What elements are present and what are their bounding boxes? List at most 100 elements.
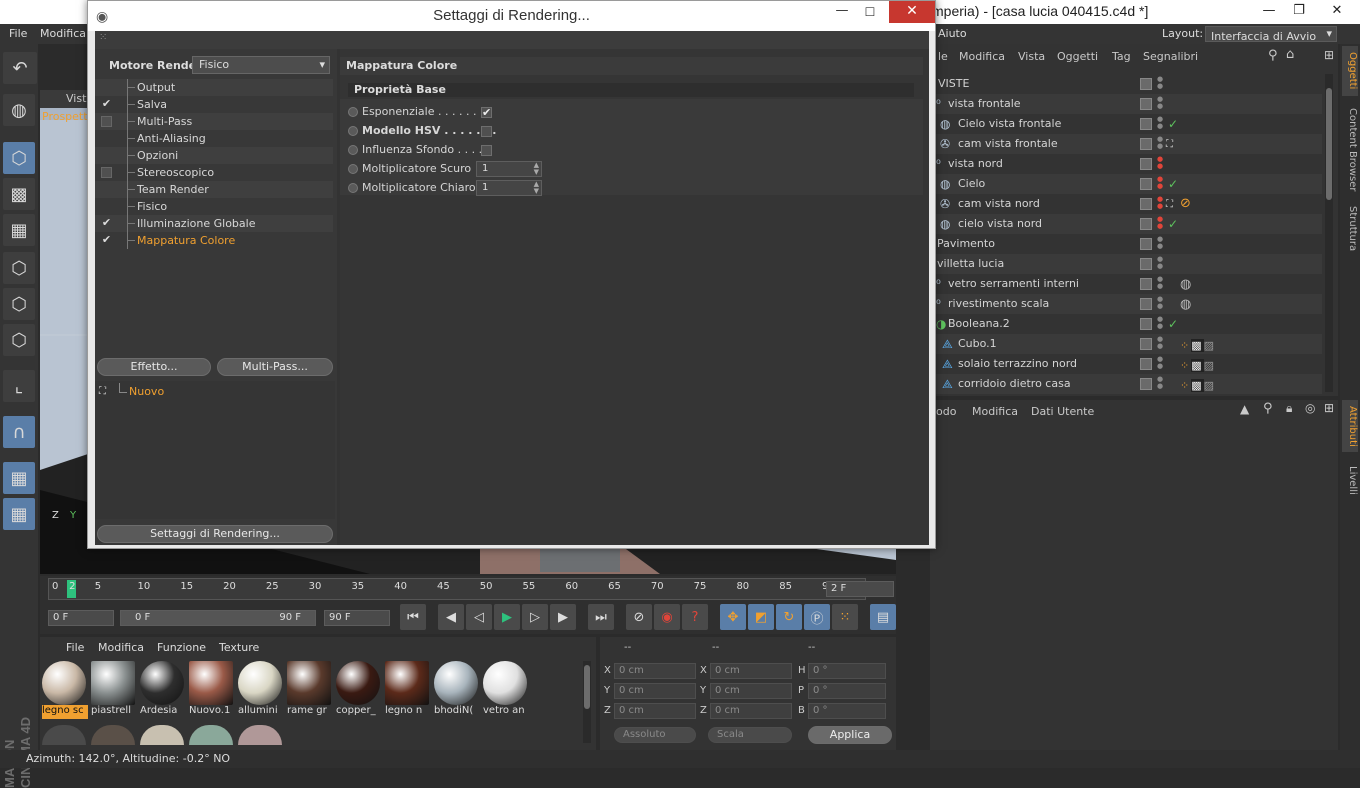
- model-tool-button[interactable]: ◍: [3, 94, 35, 126]
- list-item[interactable]: ⁰ vista nord ● ●: [930, 154, 1322, 174]
- coord-field[interactable]: 0 °: [808, 663, 886, 679]
- layer-dots[interactable]: ● ●: [1157, 336, 1163, 352]
- coord-field[interactable]: 0 °: [808, 703, 886, 719]
- material-swatch[interactable]: [91, 725, 135, 745]
- spinner-icon[interactable]: ▲ ▼: [534, 162, 539, 176]
- menu-aiuto[interactable]: Aiuto: [938, 27, 967, 40]
- menu-modifica[interactable]: Modifica: [40, 27, 86, 40]
- record-key-button[interactable]: ⊘: [626, 604, 652, 630]
- material-menu-texture[interactable]: Texture: [219, 641, 259, 654]
- material-menu-funzione[interactable]: Funzione: [157, 641, 206, 654]
- goto-start-button[interactable]: ⏮: [400, 604, 426, 630]
- lock-icon[interactable]: 🔒︎: [1286, 401, 1292, 416]
- material-label[interactable]: rame gr: [287, 705, 333, 719]
- coord-field[interactable]: 0 cm: [614, 663, 696, 679]
- list-item[interactable]: ◑ Booleana.2 ● ● ✓: [930, 314, 1322, 334]
- attributes-menu-dati-utente[interactable]: Dati Utente: [1031, 405, 1094, 418]
- list-item[interactable]: ◍ cielo vista nord ● ● ✓: [930, 214, 1322, 234]
- material-label[interactable]: copper_: [336, 705, 382, 719]
- material-swatch[interactable]: [42, 661, 86, 705]
- layer-dots[interactable]: ● ●: [1157, 176, 1163, 192]
- layer-dots[interactable]: ● ●: [1157, 376, 1163, 392]
- settings-item[interactable]: Anti-Aliasing: [95, 130, 333, 147]
- pla-key-button[interactable]: ⁙: [832, 604, 858, 630]
- material-label[interactable]: legno sc: [42, 705, 88, 719]
- layout-select[interactable]: Interfaccia di Avvio ▾: [1205, 26, 1337, 43]
- object-mode-button[interactable]: ⬡: [3, 142, 35, 174]
- enabled-check-icon[interactable]: ✓: [1168, 314, 1178, 334]
- settings-item[interactable]: ✔ Illuminazione Globale: [95, 215, 333, 232]
- attributes-menu-modo[interactable]: odo: [936, 405, 956, 418]
- polygons-mode-button[interactable]: ⬡: [3, 324, 35, 356]
- property-checkbox[interactable]: [481, 145, 492, 156]
- search-icon[interactable]: ⚲: [1268, 48, 1278, 63]
- apply-button[interactable]: Applica: [808, 726, 892, 744]
- visibility-checkbox[interactable]: [1140, 358, 1152, 370]
- settings-item[interactable]: Opzioni: [95, 147, 333, 164]
- material-label[interactable]: allumini: [238, 705, 284, 719]
- target-tag-icon[interactable]: ⛶: [1166, 135, 1173, 155]
- material-label[interactable]: Nuovo.1: [189, 705, 235, 719]
- coord-field[interactable]: 0 °: [808, 683, 886, 699]
- material-swatch[interactable]: [91, 661, 135, 705]
- visibility-checkbox[interactable]: [1140, 338, 1152, 350]
- settings-item[interactable]: ✔ Mappatura Colore: [95, 232, 333, 249]
- layer-dots[interactable]: ● ●: [1157, 236, 1163, 252]
- maximize-button[interactable]: ❐: [1284, 0, 1314, 24]
- layer-dots[interactable]: ● ●: [1157, 136, 1163, 152]
- material-swatch[interactable]: [336, 661, 380, 705]
- engine-select[interactable]: Fisico ▾: [192, 56, 330, 74]
- attributes-menu-modifica[interactable]: Modifica: [972, 405, 1018, 418]
- dialog-minimize-button[interactable]: —: [829, 1, 855, 23]
- frame-range-slider[interactable]: 0 F 90 F: [120, 610, 316, 626]
- animate-radio[interactable]: [348, 145, 358, 155]
- objects-menu-modifica[interactable]: Modifica: [959, 50, 1005, 63]
- visibility-checkbox[interactable]: [1140, 218, 1152, 230]
- viewport-camera-label[interactable]: Prospettiva: [42, 110, 90, 128]
- visibility-checkbox[interactable]: [1140, 118, 1152, 130]
- material-swatch[interactable]: [140, 725, 184, 745]
- preset-item[interactable]: ⛶ Nuovo: [95, 383, 335, 401]
- arrow-up-icon[interactable]: ▲: [1240, 402, 1249, 416]
- material-swatch[interactable]: [483, 661, 527, 705]
- settings-item[interactable]: Output: [95, 79, 333, 96]
- start-frame-field[interactable]: 0 F: [48, 610, 114, 626]
- material-swatch[interactable]: [434, 661, 478, 705]
- undo-button[interactable]: ↶: [3, 52, 37, 84]
- coord-size-mode-select[interactable]: Scala: [708, 727, 792, 743]
- scrollbar-thumb[interactable]: [1326, 88, 1332, 200]
- list-item[interactable]: ⁰ rivestimento scala ● ● ◍: [930, 294, 1322, 314]
- target-icon[interactable]: ◎: [1305, 401, 1315, 415]
- spinner-icon[interactable]: ▲ ▼: [534, 181, 539, 195]
- material-label[interactable]: vetro an: [483, 705, 529, 719]
- objects-menu-vista[interactable]: Vista: [1018, 50, 1045, 63]
- settings-item[interactable]: Team Render: [95, 181, 333, 198]
- next-key-button[interactable]: ▶: [550, 604, 576, 630]
- animate-radio[interactable]: [348, 183, 358, 193]
- coord-field[interactable]: 0 cm: [614, 703, 696, 719]
- list-item[interactable]: ⟁ solaio terrazzino nord ● ● ⁘▩▨: [930, 354, 1322, 374]
- goto-end-button[interactable]: ⏭: [588, 604, 614, 630]
- material-menu-file[interactable]: File: [66, 641, 84, 654]
- scale-key-button[interactable]: ◩: [748, 604, 774, 630]
- material-tags[interactable]: ⁘▩▨: [1180, 376, 1216, 396]
- coord-field[interactable]: 0 cm: [614, 683, 696, 699]
- autokey-button[interactable]: ◉: [654, 604, 680, 630]
- rotate-key-button[interactable]: ↻: [776, 604, 802, 630]
- tab-struttura[interactable]: Struttura: [1342, 204, 1358, 254]
- material-swatch[interactable]: [140, 661, 184, 705]
- prev-key-button[interactable]: ◀: [438, 604, 464, 630]
- material-label[interactable]: Ardesia: [140, 705, 186, 719]
- layer-dots[interactable]: ● ●: [1157, 156, 1163, 172]
- render-settings-button[interactable]: Settaggi di Rendering...: [97, 525, 333, 543]
- layer-dots[interactable]: ● ●: [1157, 96, 1163, 112]
- coord-field[interactable]: 0 cm: [710, 663, 792, 679]
- visibility-checkbox[interactable]: [1140, 158, 1152, 170]
- visibility-checkbox[interactable]: [1140, 378, 1152, 390]
- material-tags[interactable]: ⁘▩▨: [1180, 356, 1216, 376]
- material-label[interactable]: legno n: [385, 705, 431, 719]
- play-button[interactable]: ▶: [494, 604, 520, 630]
- home-icon[interactable]: ⌂: [1286, 47, 1294, 62]
- layer-dots[interactable]: ● ●: [1157, 356, 1163, 372]
- material-swatch[interactable]: [287, 661, 331, 705]
